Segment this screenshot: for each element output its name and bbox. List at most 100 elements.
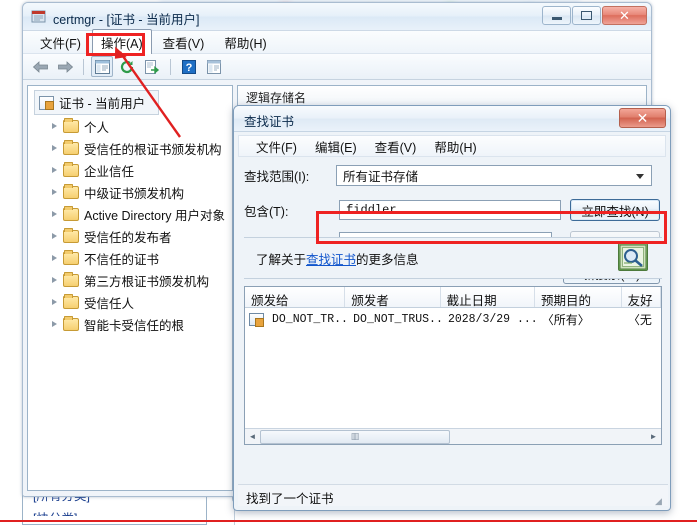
tree-node-label: 中级证书颁发机构 xyxy=(84,186,185,201)
chevron-right-icon[interactable] xyxy=(52,277,57,283)
tree-node-label: 不信任的证书 xyxy=(84,252,160,267)
column-header-intended-purpose[interactable]: 预期目的 xyxy=(535,287,622,307)
find-menu-help[interactable]: 帮助(H) xyxy=(425,135,485,158)
maximize-button[interactable] xyxy=(572,6,601,25)
tree-node-third-party-root-ca[interactable]: 第三方根证书颁发机构 xyxy=(32,269,232,291)
close-button[interactable]: ✕ xyxy=(602,6,647,25)
chevron-right-icon[interactable] xyxy=(52,233,57,239)
tree-node-untrusted-certificates[interactable]: 不信任的证书 xyxy=(32,247,232,269)
menu-view[interactable]: 查看(V) xyxy=(154,29,214,56)
minimize-button[interactable] xyxy=(542,6,571,25)
column-header-issued-by[interactable]: 颁发者 xyxy=(345,287,441,307)
tree-node-trusted-root-ca[interactable]: 受信任的根证书颁发机构 xyxy=(32,137,232,159)
tree-node-trusted-people[interactable]: 受信任人 xyxy=(32,291,232,313)
find-results-list: 颁发给 颁发者 截止日期 预期目的 友好 DO_NOT_TR... DO_NOT… xyxy=(244,286,662,445)
tree-node-label: 企业信任 xyxy=(84,164,135,179)
search-scope-label: 查找范围(I): xyxy=(244,170,310,184)
chevron-right-icon[interactable] xyxy=(52,145,57,151)
find-menu-file[interactable]: 文件(F) xyxy=(247,135,306,158)
certmgr-toolbar: ? xyxy=(23,54,651,80)
menu-help[interactable]: 帮助(H) xyxy=(215,29,275,56)
chevron-down-icon xyxy=(636,174,644,179)
tree-node-smart-card-trusted-roots[interactable]: 智能卡受信任的根 xyxy=(32,313,232,335)
toolbar-separator-1 xyxy=(83,58,84,75)
folder-icon xyxy=(63,315,79,331)
forward-arrow-icon[interactable] xyxy=(54,56,76,77)
properties-icon[interactable] xyxy=(203,56,225,77)
tree-node-active-directory[interactable]: Active Directory 用户对象 xyxy=(32,203,232,225)
chevron-right-icon[interactable] xyxy=(52,167,57,173)
certmgr-icon xyxy=(31,9,47,25)
table-row[interactable]: DO_NOT_TR... DO_NOT_TRUS... 2028/3/29 ..… xyxy=(245,308,661,330)
chevron-right-icon[interactable] xyxy=(52,321,57,327)
logical-store-column-header[interactable]: 逻辑存储名 xyxy=(238,86,646,106)
category-item-clipped[interactable]: [快分类] xyxy=(23,504,206,516)
certmgr-titlebar[interactable]: certmgr - [证书 - 当前用户] ✕ xyxy=(23,3,651,31)
resize-grip-icon[interactable]: ◢ xyxy=(655,496,665,506)
find-menu-edit[interactable]: 编辑(E) xyxy=(306,135,366,158)
cell-expiry-date: 2028/3/29 ... xyxy=(447,312,536,326)
chevron-right-icon[interactable] xyxy=(52,211,57,217)
column-header-issued-to[interactable]: 颁发给 xyxy=(245,287,346,307)
search-scope-row: 查找范围(I): 所有证书存储 xyxy=(244,165,660,186)
folder-icon xyxy=(63,271,79,287)
find-menu-view[interactable]: 查看(V) xyxy=(366,135,426,158)
folder-icon xyxy=(63,117,79,133)
help-icon[interactable]: ? xyxy=(178,56,200,77)
find-dialog-title: 查找证书 xyxy=(244,115,295,129)
tree-node-enterprise-trust[interactable]: 企业信任 xyxy=(32,159,232,181)
tree-root-node[interactable]: 证书 - 当前用户 xyxy=(34,90,159,115)
certificate-tree-pane: 证书 - 当前用户 个人 受信任的根证书颁发机构 企业信任 中级证书颁发机构 A… xyxy=(27,85,233,491)
find-help-text: 了解关于查找证书的更多信息 xyxy=(256,249,419,268)
find-now-button[interactable]: 立即查找(N) xyxy=(570,199,660,221)
column-header-friendly-name[interactable]: 友好 xyxy=(622,287,661,307)
scroll-right-arrow-icon[interactable]: ► xyxy=(646,430,661,444)
find-certificate-dialog: 查找证书 ✕ 文件(F) 编辑(E) 查看(V) 帮助(H) 查找范围(I): … xyxy=(233,105,671,511)
refresh-icon[interactable] xyxy=(116,56,138,77)
scrollbar-thumb[interactable]: ▥ xyxy=(260,429,450,444)
contains-row: 包含(T): fiddler 立即查找(N) xyxy=(244,199,660,221)
folder-icon xyxy=(63,293,79,309)
certmgr-title: certmgr - [证书 - 当前用户] xyxy=(53,13,200,27)
menu-file[interactable]: 文件(F) xyxy=(31,29,90,56)
folder-icon xyxy=(63,161,79,177)
tree-node-label: Active Directory 用户对象 xyxy=(84,208,225,223)
find-certificate-icon xyxy=(618,243,648,271)
chevron-right-icon[interactable] xyxy=(52,189,57,195)
find-dialog-titlebar[interactable]: 查找证书 ✕ xyxy=(234,106,670,132)
back-arrow-icon[interactable] xyxy=(29,56,51,77)
scrollbar-track[interactable]: ▥ xyxy=(260,429,646,444)
folder-icon xyxy=(63,205,79,221)
search-scope-select[interactable]: 所有证书存储 xyxy=(336,165,652,186)
chevron-right-icon[interactable] xyxy=(52,299,57,305)
svg-text:?: ? xyxy=(186,62,193,74)
window-buttons: ✕ xyxy=(542,6,647,25)
results-header-row: 颁发给 颁发者 截止日期 预期目的 友好 xyxy=(245,287,661,308)
tree-node-intermediate-ca[interactable]: 中级证书颁发机构 xyxy=(32,181,232,203)
search-scope-value: 所有证书存储 xyxy=(343,170,419,184)
maximize-icon xyxy=(581,11,592,20)
folder-icon xyxy=(63,139,79,155)
screenshot-root: × 框架 分 类 [编辑分类] [所有分类] [快分类] xyxy=(0,0,697,525)
chevron-right-icon[interactable] xyxy=(52,123,57,129)
cell-intended-purpose: 〈所有〉 xyxy=(541,312,590,327)
cell-friendly-name: 〈无 xyxy=(627,312,652,327)
results-horizontal-scrollbar[interactable]: ◄ ▥ ► xyxy=(245,428,661,444)
find-dialog-close-button[interactable]: ✕ xyxy=(619,108,666,128)
export-list-icon[interactable] xyxy=(141,56,163,77)
tree-node-label: 受信任人 xyxy=(84,296,135,311)
folder-icon xyxy=(63,183,79,199)
find-help-suffix: 的更多信息 xyxy=(356,253,419,267)
find-certificate-link[interactable]: 查找证书 xyxy=(306,253,356,267)
column-header-expiry-date[interactable]: 截止日期 xyxy=(441,287,536,307)
search-input[interactable]: fiddler xyxy=(339,200,562,220)
toolbar-separator-2 xyxy=(170,58,171,75)
show-hide-tree-icon[interactable] xyxy=(91,56,113,77)
tree-node-personal[interactable]: 个人 xyxy=(32,115,232,137)
chevron-right-icon[interactable] xyxy=(52,255,57,261)
cell-issued-by: DO_NOT_TRUS... xyxy=(353,312,442,326)
menu-action[interactable]: 操作(A) xyxy=(91,28,152,56)
tree-node-trusted-publishers[interactable]: 受信任的发布者 xyxy=(32,225,232,247)
scroll-left-arrow-icon[interactable]: ◄ xyxy=(245,430,260,444)
find-dialog-statusbar: 找到了一个证书 xyxy=(238,484,668,506)
